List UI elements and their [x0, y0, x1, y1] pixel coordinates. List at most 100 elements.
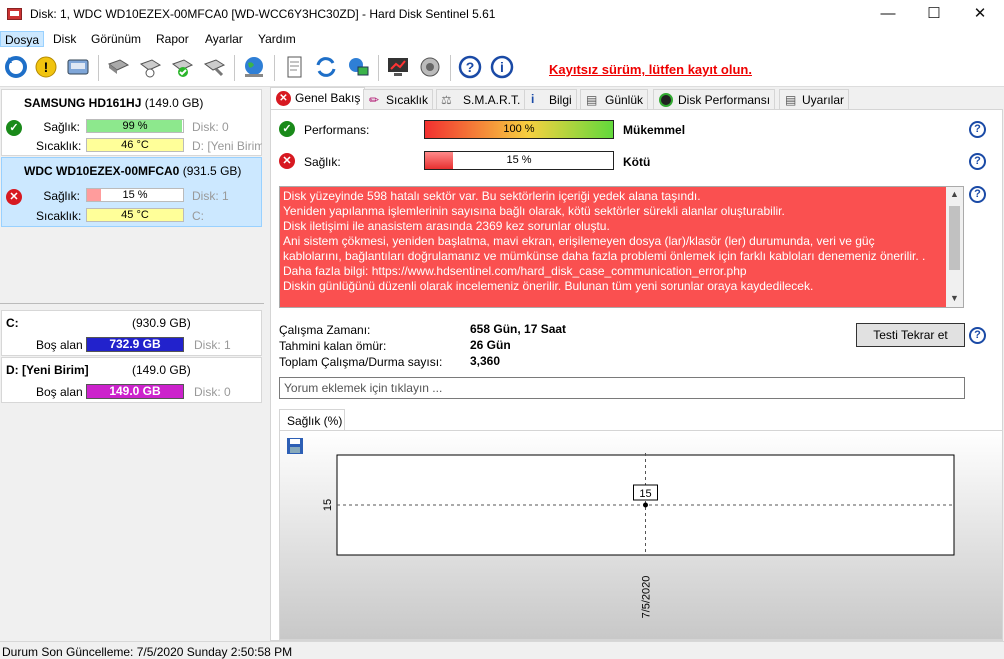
menu-ayarlar[interactable]: Ayarlar	[201, 31, 247, 47]
title-bar: Disk: 1, WDC WD10EZEX-00MFCA0 [WD-WCC6Y3…	[0, 0, 1004, 29]
health-chart-area: 15 15 7/5/2020	[279, 430, 1003, 640]
hdd-tools-icon[interactable]	[202, 55, 226, 79]
close-button[interactable]: ✕	[957, 0, 1003, 29]
disk-name: SAMSUNG HD161HJ	[24, 96, 142, 110]
temp-label: Sıcaklık:	[36, 209, 82, 223]
smart-icon: ⚖	[441, 93, 452, 107]
data-point	[643, 502, 648, 508]
scroll-thumb[interactable]	[949, 206, 960, 270]
partition-size: (930.9 GB)	[132, 316, 191, 330]
partition-card-c[interactable]: C: (930.9 GB) Boş alan 732.9 GB Disk: 1	[1, 310, 262, 356]
temp-label: Sıcaklık:	[36, 139, 82, 153]
menu-gorunum[interactable]: Görünüm	[87, 31, 145, 47]
health-help-icon[interactable]: ?	[969, 153, 986, 170]
report-icon[interactable]	[282, 55, 306, 79]
menu-rapor[interactable]: Rapor	[152, 31, 193, 47]
scroll-up-icon[interactable]: ▲	[950, 189, 959, 199]
temp-bar: 46 °C	[86, 138, 184, 152]
maximize-button[interactable]: ☐	[911, 0, 957, 29]
gauge-icon	[659, 93, 673, 107]
menu-bar: Dosya Disk Görünüm Rapor Ayarlar Yardım	[0, 29, 1004, 49]
remaining-label: Tahmini kalan ömür:	[279, 339, 387, 353]
free-space-bar: 149.0 GB	[86, 384, 184, 399]
performance-label: Performans:	[304, 123, 370, 137]
disk-name: WDC WD10EZEX-00MFCA0	[24, 164, 180, 178]
sync-icon[interactable]	[314, 55, 338, 79]
minimize-button[interactable]: —	[865, 0, 911, 29]
partition-name: C:	[6, 316, 19, 330]
menu-disk[interactable]: Disk	[49, 31, 80, 47]
status-bar: Durum Son Güncelleme: 7/5/2020 Sunday 2:…	[0, 641, 1004, 659]
health-value: 99 %	[122, 120, 148, 132]
menu-yardim[interactable]: Yardım	[254, 31, 300, 47]
performance-text: Mükemmel	[623, 123, 686, 137]
health-bar: 99 %	[86, 119, 184, 133]
partition-disk: Disk: 0	[194, 385, 231, 399]
log-icon: ▤	[586, 93, 598, 107]
data-label: 15	[639, 488, 651, 500]
health-value: 15 %	[122, 189, 148, 201]
retest-help-icon[interactable]: ?	[969, 327, 986, 344]
tab-label: Sıcaklık	[386, 93, 429, 107]
tab-gunluk[interactable]: ▤ Günlük	[580, 89, 649, 109]
free-space-value: 732.9 GB	[109, 337, 161, 351]
app-icon	[7, 8, 22, 20]
performance-help-icon[interactable]: ?	[969, 121, 986, 138]
problem-description[interactable]: Disk yüzeyinde 598 hatalı sektör var. Bu…	[279, 186, 964, 308]
tab-sicaklik[interactable]: ✏ Sıcaklık	[363, 89, 434, 109]
health-bar: 15 %	[86, 188, 184, 202]
disk-card-0[interactable]: SAMSUNG HD161HJ (149.0 GB) ✓ Sağlık: 99 …	[1, 89, 262, 156]
info-icon: i	[531, 92, 535, 106]
uptime-value: 658 Gün, 17 Saat	[470, 322, 567, 336]
uptime-label: Çalışma Zamanı:	[279, 323, 371, 337]
drive-letters: C:	[192, 209, 204, 223]
error-icon: ✕	[276, 91, 291, 106]
hdd-test-icon[interactable]	[138, 55, 162, 79]
monitor-icon[interactable]	[386, 55, 410, 79]
health-label: Sağlık:	[43, 120, 80, 134]
message-line: Diskin günlüğünü düzenli olarak inceleme…	[283, 279, 814, 293]
help-icon[interactable]: ?	[458, 55, 482, 79]
svg-text:!: !	[44, 59, 49, 75]
speaker-icon[interactable]	[418, 55, 442, 79]
disk-info-icon[interactable]	[66, 55, 90, 79]
free-label: Boş alan	[36, 385, 83, 399]
hdd-icon[interactable]	[106, 55, 130, 79]
network-icon[interactable]	[346, 55, 370, 79]
message-lines: Disk yüzeyinde 598 hatalı sektör var. Bu…	[283, 189, 945, 294]
alert-icon[interactable]: !	[34, 55, 58, 79]
tab-smart[interactable]: ⚖ S.M.A.R.T.	[436, 89, 526, 109]
hdd-check-icon[interactable]	[170, 55, 194, 79]
tab-disk-performansi[interactable]: Disk Performansı	[653, 89, 776, 109]
svg-text:i: i	[500, 59, 504, 75]
disk-title: WDC WD10EZEX-00MFCA0 (931.5 GB)	[24, 164, 241, 178]
message-scrollbar[interactable]: ▲ ▼	[946, 187, 963, 307]
tab-uyarilar[interactable]: ▤ Uyarılar	[779, 89, 850, 109]
message-line: Ani sistem çökmesi, yeniden başlatma, ma…	[283, 234, 875, 248]
thermometer-icon: ✏	[369, 93, 380, 107]
globe-icon[interactable]	[242, 55, 266, 79]
status-error-icon: ✕	[6, 189, 22, 205]
refresh-icon[interactable]	[4, 55, 28, 79]
performance-bar: 100 %	[424, 120, 614, 139]
chart-tab-health[interactable]: Sağlık (%)	[279, 409, 345, 431]
tab-genel-bakis[interactable]: ✕ Genel Bakış	[270, 87, 366, 110]
disk-number: Disk: 0	[192, 120, 229, 134]
comment-input[interactable]: Yorum eklemek için tıklayın ...	[279, 377, 965, 399]
tab-bilgi[interactable]: i Bilgi	[524, 89, 577, 109]
register-link[interactable]: Kayıtsız sürüm, lütfen kayıt olun.	[549, 62, 752, 77]
info-icon[interactable]: i	[490, 55, 514, 79]
partition-card-d[interactable]: D: [Yeni Birim] (149.0 GB) Boş alan 149.…	[1, 357, 262, 403]
status-text: Durum Son Güncelleme: 7/5/2020 Sunday 2:…	[2, 645, 293, 659]
menu-dosya[interactable]: Dosya	[0, 31, 45, 47]
partition-size: (149.0 GB)	[132, 363, 191, 377]
health-error-icon: ✕	[279, 153, 295, 169]
temp-bar: 45 °C	[86, 208, 184, 222]
message-line: Yeniden yapılanma işlemlerinin sayısına …	[283, 204, 785, 218]
scroll-down-icon[interactable]: ▼	[950, 293, 959, 303]
message-line: kablolarını, bağlantıları doğrulamanız v…	[283, 249, 926, 263]
retest-button[interactable]: Testi Tekrar et	[856, 323, 965, 347]
tab-label: S.M.A.R.T.	[463, 93, 521, 107]
disk-card-1[interactable]: WDC WD10EZEX-00MFCA0 (931.5 GB) ✕ Sağlık…	[1, 157, 262, 227]
message-help-icon[interactable]: ?	[969, 186, 986, 203]
